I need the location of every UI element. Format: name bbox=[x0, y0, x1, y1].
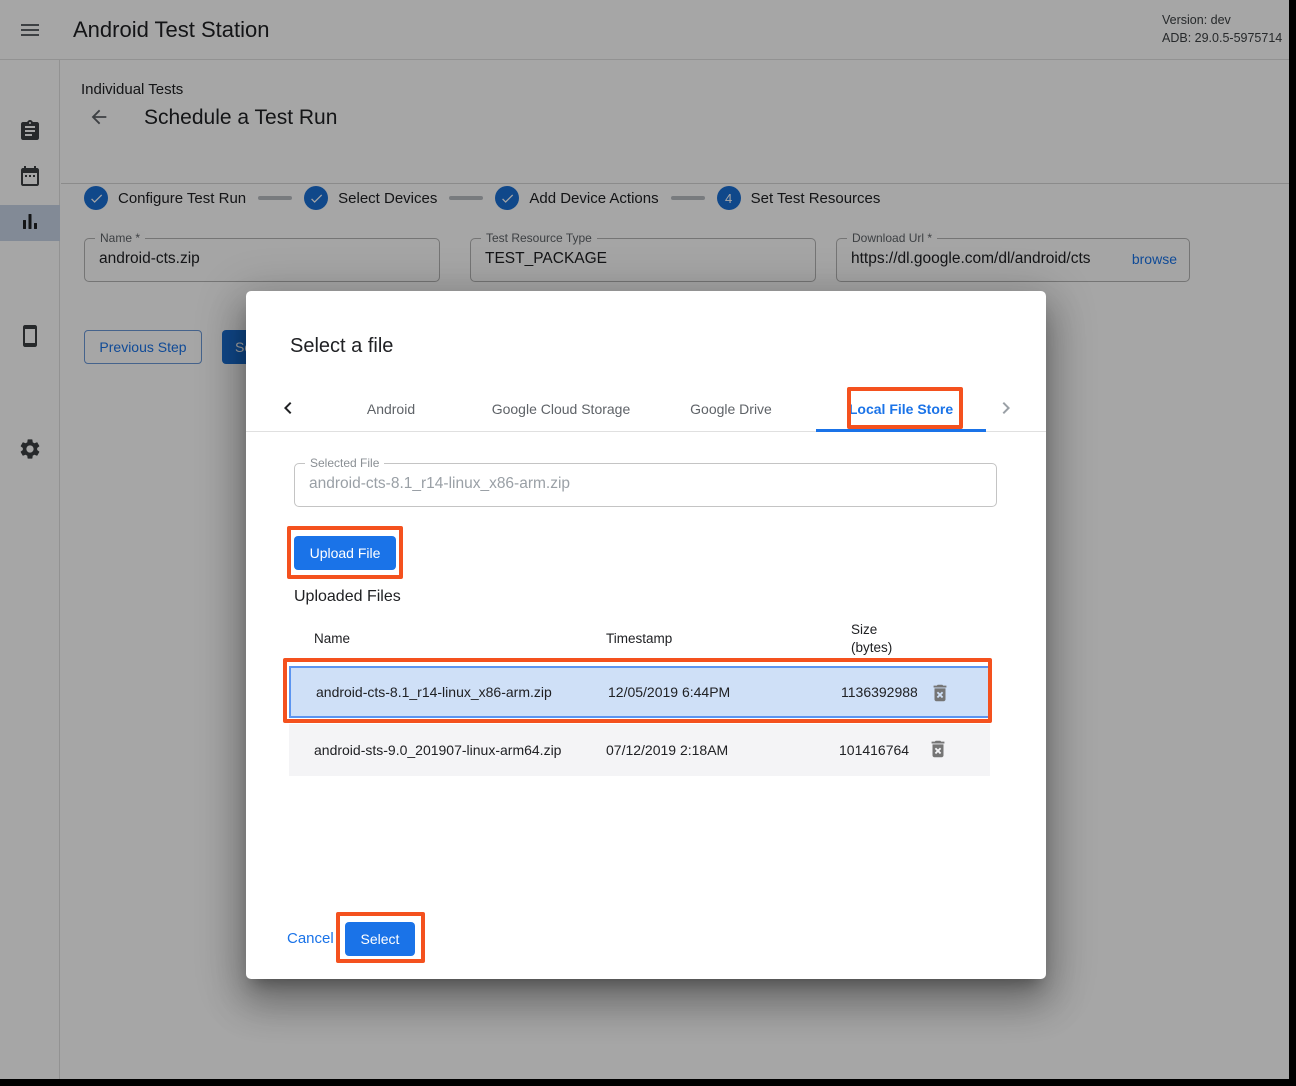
select-button[interactable]: Select bbox=[345, 922, 415, 956]
file-name: android-cts-8.1_r14-linux_x86-arm.zip bbox=[316, 668, 552, 716]
selected-file-label: Selected File bbox=[305, 456, 384, 470]
active-tab-underline bbox=[816, 429, 986, 432]
tabs-scroll-right-icon[interactable] bbox=[994, 396, 1018, 420]
file-row[interactable]: android-sts-9.0_201907-linux-arm64.zip 0… bbox=[289, 724, 990, 776]
delete-file-icon[interactable] bbox=[927, 738, 949, 760]
tab-android[interactable]: Android bbox=[306, 385, 476, 432]
dialog-tabs: Android Google Cloud Storage Google Driv… bbox=[306, 385, 986, 432]
column-header-timestamp: Timestamp bbox=[606, 630, 672, 648]
column-header-size-line1: Size bbox=[851, 621, 892, 639]
tab-google-cloud-storage[interactable]: Google Cloud Storage bbox=[476, 385, 646, 432]
file-timestamp: 12/05/2019 6:44PM bbox=[608, 668, 730, 716]
file-name: android-sts-9.0_201907-linux-arm64.zip bbox=[314, 724, 561, 776]
tabs-scroll-left-icon[interactable] bbox=[276, 396, 300, 420]
dialog-tab-bar: Android Google Cloud Storage Google Driv… bbox=[246, 385, 1046, 432]
file-size: 1136392988 bbox=[841, 668, 917, 716]
column-header-size: Size (bytes) bbox=[851, 621, 892, 657]
file-size: 101416764 bbox=[839, 724, 915, 776]
selected-file-value: android-cts-8.1_r14-linux_x86-arm.zip bbox=[309, 475, 979, 493]
cancel-button[interactable]: Cancel bbox=[287, 922, 334, 956]
uploaded-files-title: Uploaded Files bbox=[294, 588, 401, 606]
upload-file-button[interactable]: Upload File bbox=[294, 536, 396, 570]
column-header-size-line2: (bytes) bbox=[851, 639, 892, 657]
dialog-title: Select a file bbox=[290, 335, 393, 358]
tab-google-drive[interactable]: Google Drive bbox=[646, 385, 816, 432]
selected-file-field[interactable]: Selected File android-cts-8.1_r14-linux_… bbox=[294, 463, 997, 507]
column-header-name: Name bbox=[314, 630, 350, 648]
select-file-dialog: Select a file Android Google Cloud Stora… bbox=[246, 291, 1046, 979]
tab-local-file-store[interactable]: Local File Store bbox=[816, 385, 986, 432]
file-timestamp: 07/12/2019 2:18AM bbox=[606, 724, 728, 776]
delete-file-icon[interactable] bbox=[929, 682, 951, 704]
app-window: Android Test Station Version: dev ADB: 2… bbox=[0, 0, 1296, 1086]
file-row-selected[interactable]: android-cts-8.1_r14-linux_x86-arm.zip 12… bbox=[289, 666, 990, 718]
